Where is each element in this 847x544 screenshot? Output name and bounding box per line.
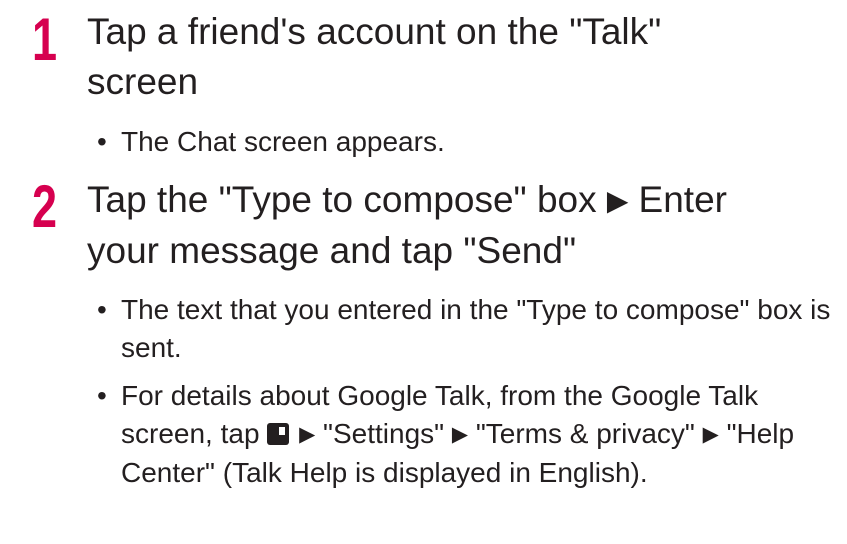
arrow-icon: ▶ [299,423,316,447]
menu-key-icon [267,423,290,445]
step-1-title-line2: screen [87,61,199,102]
step-1-title: Tap a friend's account on the "Talk" scr… [87,7,827,107]
step-2-bullet-sent: The text that you entered in the "Type t… [97,291,837,367]
step-2-number: 2 [32,173,58,240]
details-terms-privacy: "Terms & privacy" [475,418,695,449]
step-2-title: Tap the "Type to compose" box ▶ Enter yo… [87,175,827,276]
step-2-title-part1: Tap the "Type to compose" box [87,179,597,220]
arrow-icon: ▶ [606,184,629,216]
step-1-title-line1: Tap a friend's account on the "Talk" [87,11,662,52]
step-2-title-part2: Enter [638,179,727,220]
arrow-icon: ▶ [451,423,469,447]
step-1-bullets: The Chat screen appears. [97,123,837,171]
step-2-title-line2: your message and tap "Send" [87,229,577,271]
step-2-bullets: The text that you entered in the "Type t… [97,291,837,502]
step-2-bullet-details: For details about Google Talk, from the … [97,377,837,492]
details-settings: "Settings" [323,418,445,449]
arrow-icon: ▶ [702,423,719,447]
step-1-number: 1 [32,6,58,73]
step-1-bullet: The Chat screen appears. [97,123,837,161]
